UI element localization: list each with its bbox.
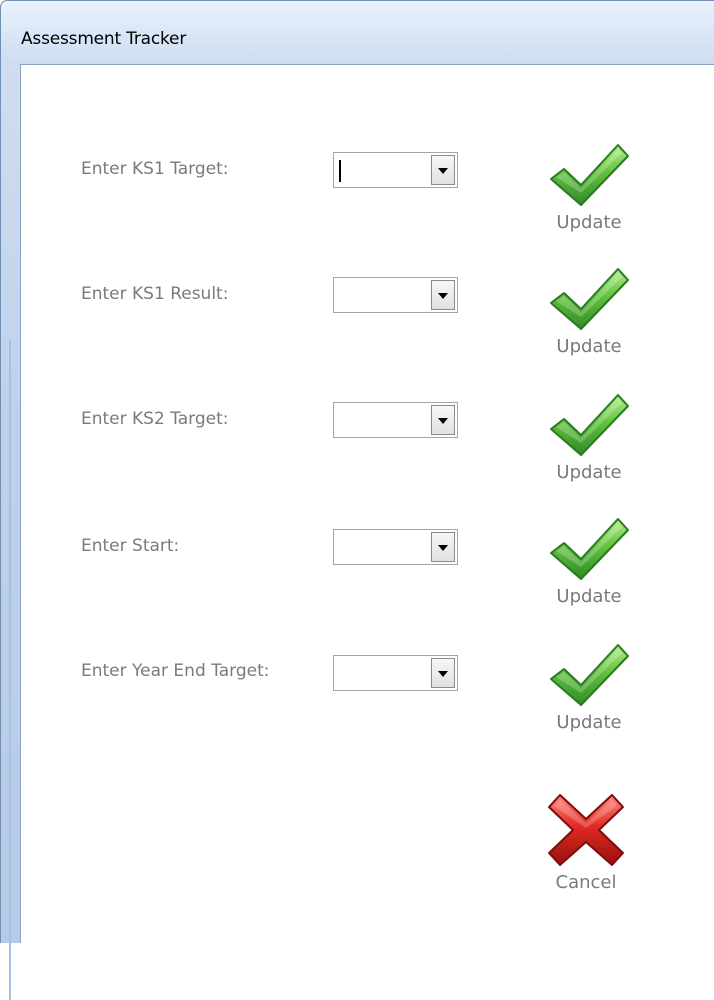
dropdown-arrow-icon <box>438 168 448 174</box>
checkmark-icon <box>550 144 629 206</box>
update-label: Update <box>556 462 622 483</box>
text-cursor <box>339 160 341 182</box>
dropdown-button[interactable] <box>431 405 455 435</box>
window-frame-left <box>0 64 20 1000</box>
dropdown-button[interactable] <box>431 155 455 185</box>
ks1-target-label: Enter KS1 Target: <box>81 159 229 179</box>
ks1-target-combobox[interactable] <box>333 152 458 188</box>
checkmark-icon <box>550 518 629 580</box>
dropdown-button[interactable] <box>431 532 455 562</box>
year-end-target-update-button[interactable]: Update <box>537 642 641 733</box>
ks2-target-update-button[interactable]: Update <box>537 392 641 483</box>
dropdown-arrow-icon <box>438 293 448 299</box>
start-combobox[interactable] <box>333 529 458 565</box>
cancel-label: Cancel <box>555 872 617 893</box>
year-end-target-combobox[interactable] <box>333 655 458 691</box>
dropdown-button[interactable] <box>431 658 455 688</box>
ks2-target-label: Enter KS2 Target: <box>81 409 229 429</box>
dropdown-button[interactable] <box>431 280 455 310</box>
year-end-target-label: Enter Year End Target: <box>81 661 270 681</box>
assessment-tracker-window: Assessment Tracker Enter KS1 Target: Upd… <box>0 0 714 1000</box>
update-label: Update <box>556 336 622 357</box>
frame-divider <box>9 340 11 1000</box>
red-x-icon <box>548 794 624 866</box>
ks1-result-update-button[interactable]: Update <box>537 266 641 357</box>
start-update-button[interactable]: Update <box>537 516 641 607</box>
checkmark-icon <box>550 268 629 330</box>
checkmark-icon <box>550 644 629 706</box>
ks2-target-combobox[interactable] <box>333 402 458 438</box>
update-label: Update <box>556 212 622 233</box>
dropdown-arrow-icon <box>438 671 448 677</box>
start-label: Enter Start: <box>81 536 180 556</box>
title-bar[interactable]: Assessment Tracker <box>0 0 714 64</box>
cancel-button[interactable]: Cancel <box>534 792 638 893</box>
ks1-result-label: Enter KS1 Result: <box>81 284 229 304</box>
update-label: Update <box>556 586 622 607</box>
dropdown-arrow-icon <box>438 418 448 424</box>
ks1-target-update-button[interactable]: Update <box>537 142 641 233</box>
window-title: Assessment Tracker <box>21 29 187 49</box>
dropdown-arrow-icon <box>438 545 448 551</box>
update-label: Update <box>556 712 622 733</box>
checkmark-icon <box>550 394 629 456</box>
ks1-result-combobox[interactable] <box>333 277 458 313</box>
